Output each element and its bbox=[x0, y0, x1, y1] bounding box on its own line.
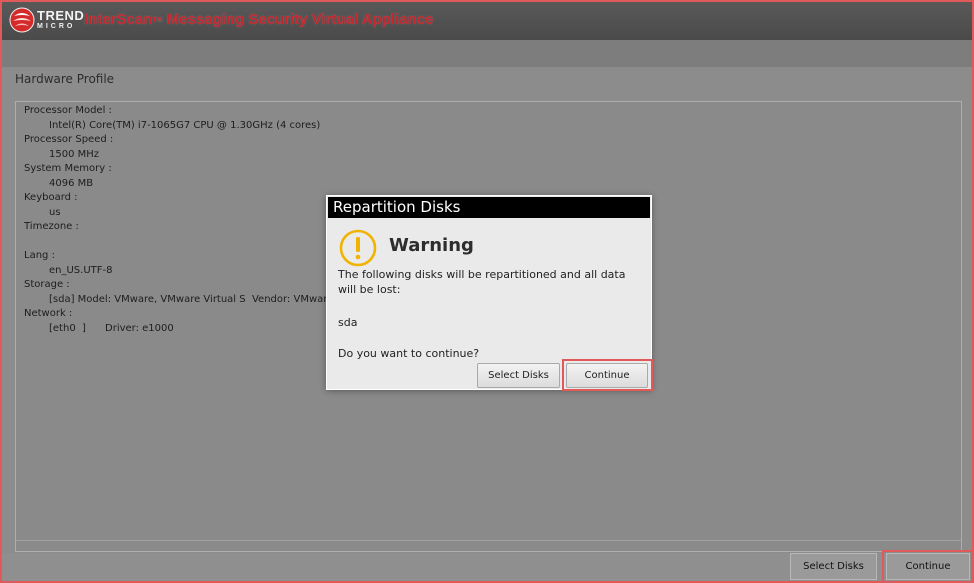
app-header: TREND MICRO InterScanTM Messaging Securi… bbox=[0, 0, 974, 40]
subheader-bar bbox=[0, 40, 974, 67]
brand-top: TREND bbox=[37, 8, 85, 23]
dialog-message: The following disks will be repartitione… bbox=[338, 268, 626, 296]
brand-bottom: MICRO bbox=[37, 23, 76, 30]
trend-micro-logo-icon bbox=[9, 7, 35, 33]
select-disks-button[interactable]: Select Disks bbox=[790, 553, 877, 580]
brand-wordmark: TREND MICRO bbox=[37, 9, 84, 30]
product-title: InterScanTM Messaging Security Virtual A… bbox=[84, 11, 433, 28]
repartition-dialog: Repartition Disks Warning The following … bbox=[326, 195, 652, 390]
product-name-rest: Messaging Security Virtual Appliance bbox=[162, 11, 434, 28]
product-name: InterScan bbox=[84, 11, 153, 28]
dialog-disk: sda bbox=[338, 316, 358, 329]
dialog-question: Do you want to continue? bbox=[338, 347, 480, 360]
continue-button[interactable]: Continue bbox=[886, 553, 970, 580]
product-tm: TM bbox=[152, 17, 163, 24]
warning-title: Warning bbox=[389, 235, 474, 256]
dialog-title: Repartition Disks bbox=[328, 197, 650, 218]
dialog-select-disks-button[interactable]: Select Disks bbox=[477, 363, 560, 388]
warning-icon bbox=[339, 229, 377, 267]
dialog-continue-button[interactable]: Continue bbox=[566, 363, 648, 388]
